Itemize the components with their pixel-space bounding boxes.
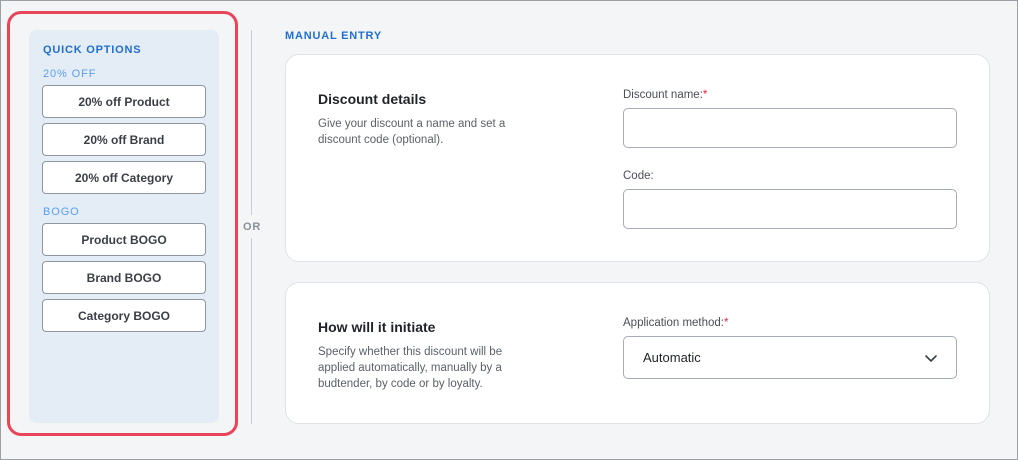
manual-entry-title: MANUAL ENTRY	[285, 30, 382, 42]
or-label: OR	[243, 221, 262, 233]
code-label: Code:	[623, 170, 654, 182]
quick-option-category-bogo-button[interactable]: Category BOGO	[42, 299, 206, 332]
chevron-down-icon	[925, 354, 937, 362]
application-method-select[interactable]: Automatic	[623, 336, 957, 379]
initiate-description: Specify whether this discount will be ap…	[318, 346, 503, 390]
discount-name-label-text: Discount name:	[623, 89, 703, 101]
application-method-label-text: Application method:	[623, 317, 725, 329]
discount-name-input[interactable]	[623, 108, 957, 148]
required-marker: *	[702, 89, 708, 101]
quick-option-product-bogo-button[interactable]: Product BOGO	[42, 223, 206, 256]
discount-name-label: Discount name:*	[623, 89, 707, 101]
discount-details-heading: Discount details	[318, 91, 427, 107]
group-label-bogo: BOGO	[43, 206, 80, 218]
code-input[interactable]	[623, 189, 957, 229]
quick-option-brand-bogo-button[interactable]: Brand BOGO	[42, 261, 206, 294]
quick-options-title: QUICK OPTIONS	[43, 44, 142, 56]
initiate-heading: How will it initiate	[318, 319, 436, 335]
quick-option-20-off-product-button[interactable]: 20% off Product	[42, 85, 206, 118]
divider-line-top	[251, 30, 252, 215]
discount-details-description: Give your discount a name and set a disc…	[318, 118, 506, 146]
quick-option-20-off-category-button[interactable]: 20% off Category	[42, 161, 206, 194]
discount-details-card: Discount details Give your discount a na…	[285, 54, 990, 262]
required-marker: *	[724, 317, 729, 329]
quick-option-20-off-brand-button[interactable]: 20% off Brand	[42, 123, 206, 156]
divider-line-bottom	[251, 238, 252, 424]
group-label-20-off: 20% OFF	[43, 68, 97, 80]
initiate-card: How will it initiate Specify whether thi…	[285, 282, 990, 424]
application-method-label: Application method:*	[623, 317, 729, 329]
application-method-value: Automatic	[643, 350, 701, 365]
